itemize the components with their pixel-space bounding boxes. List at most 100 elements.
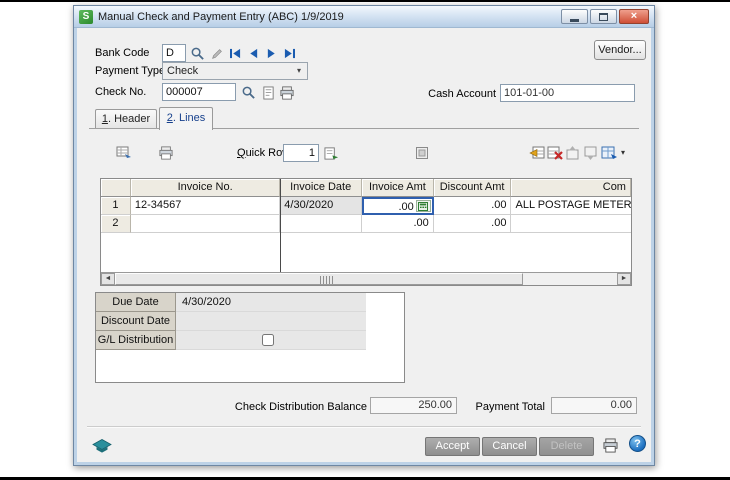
invoice-date-cell[interactable] [280, 215, 362, 233]
calculator-icon[interactable] [416, 200, 431, 212]
scroll-left-icon[interactable]: ◄ [101, 273, 115, 285]
bank-code-input[interactable] [162, 44, 186, 62]
gl-distribution-checkbox[interactable] [262, 334, 274, 346]
print-check-icon[interactable] [278, 84, 295, 101]
invoice-grid: Invoice No. Invoice Date Invoice Amt Dis… [100, 178, 632, 286]
scroll-right-icon[interactable]: ► [617, 273, 631, 285]
tab-header[interactable]: 1. Header [95, 109, 157, 129]
cash-account-input[interactable] [500, 84, 635, 102]
grid-empty-area[interactable] [101, 233, 631, 271]
payment-type-label: Payment Type [95, 62, 165, 80]
print-grid-icon[interactable] [157, 144, 175, 162]
remove-row-icon[interactable] [546, 144, 564, 162]
comment-cell[interactable]: ALL POSTAGE METERS [511, 197, 631, 215]
discount-amt-cell[interactable]: .00 [434, 215, 512, 233]
minimize-button[interactable] [561, 9, 588, 24]
grid-header-invoice-date: Invoice Date [280, 179, 362, 197]
discount-date-row: Discount Date [96, 312, 404, 331]
last-record-button[interactable] [281, 45, 298, 62]
discount-date-label: Discount Date [96, 312, 176, 331]
grid-options-caret-icon[interactable]: ▾ [618, 144, 628, 162]
scrollbar-thumb[interactable] [115, 273, 523, 285]
detail-row-filler [366, 331, 404, 350]
invoice-amt-cell-active[interactable]: .00 [362, 197, 434, 215]
minimize-icon [570, 19, 579, 22]
tab-header-label: . Header [108, 113, 150, 125]
gl-distribution-row: G/L Distribution [96, 331, 404, 350]
chevron-down-icon: ▾ [292, 63, 306, 79]
grid-header-discount-amt: Discount Amt [434, 179, 512, 197]
window-title: Manual Check and Payment Entry (ABC) 1/9… [98, 11, 556, 23]
accept-button[interactable]: Accept [425, 437, 480, 456]
due-date-row: Due Date 4/30/2020 [96, 293, 404, 312]
maximize-button[interactable] [590, 9, 617, 24]
invoice-amt-cell[interactable]: .00 [362, 215, 434, 233]
insert-row-icon[interactable] [528, 144, 546, 162]
tab-lines[interactable]: 2. Lines [159, 107, 213, 130]
go-to-row-icon[interactable] [322, 144, 340, 162]
title-bar[interactable]: S Manual Check and Payment Entry (ABC) 1… [74, 6, 654, 28]
next-number-icon[interactable] [260, 84, 277, 101]
detail-row-filler [366, 293, 404, 312]
grid-header-invoice-no: Invoice No. [131, 179, 280, 197]
payment-type-value: Check [167, 65, 198, 77]
line-detail-panel: Due Date 4/30/2020 Discount Date G/L Dis… [95, 292, 405, 383]
check-no-lookup-icon[interactable] [240, 84, 257, 101]
move-row-up-icon[interactable] [564, 144, 582, 162]
quick-row-input[interactable] [283, 144, 319, 162]
payment-total-label: Payment Total [467, 399, 545, 416]
previous-record-button[interactable] [245, 45, 262, 62]
gl-distribution-value [176, 331, 366, 350]
close-icon: × [631, 10, 637, 23]
close-button[interactable]: × [619, 9, 649, 24]
grid-row-1: 1 12-34567 4/30/2020 .00 .00 ALL POSTAGE… [101, 197, 631, 215]
manual-check-entry-window: S Manual Check and Payment Entry (ABC) 1… [73, 5, 655, 466]
first-record-button[interactable] [227, 45, 244, 62]
screen-edge-top [0, 0, 730, 2]
paperless-office-icon[interactable] [91, 435, 113, 455]
grid-settings-icon[interactable] [115, 144, 133, 162]
due-date-value[interactable]: 4/30/2020 [176, 293, 366, 312]
invoice-date-cell[interactable]: 4/30/2020 [280, 197, 362, 215]
dialog-client-area: Bank Code Vendor... Payment Type Check ▾… [77, 28, 651, 462]
invoice-no-cell[interactable] [131, 215, 280, 233]
print-button-icon[interactable] [601, 436, 619, 454]
quick-row-accel: Q [237, 147, 246, 159]
discount-amt-cell[interactable]: .00 [434, 197, 512, 215]
grid-header-comment: Com [511, 179, 631, 197]
next-record-button[interactable] [263, 45, 280, 62]
discount-date-value[interactable] [176, 312, 366, 331]
customize-grid-icon[interactable] [600, 144, 618, 162]
footer-separator [87, 426, 641, 428]
invoice-no-cell[interactable]: 12-34567 [131, 197, 280, 215]
check-distribution-balance-label: Check Distribution Balance [177, 399, 367, 416]
cash-account-label: Cash Account [362, 86, 496, 103]
payment-type-select[interactable]: Check ▾ [162, 62, 308, 80]
tab-lines-label: . Lines [173, 112, 205, 124]
memo-pencil-icon[interactable] [208, 45, 225, 62]
comment-cell[interactable] [511, 215, 631, 233]
check-distribution-balance-value: 250.00 [370, 397, 457, 414]
scrollbar-grip-icon [320, 276, 333, 284]
row-number-cell[interactable]: 2 [101, 215, 131, 233]
gl-distribution-label: G/L Distribution [96, 331, 176, 350]
grid-header-invoice-amt: Invoice Amt [362, 179, 434, 197]
row-number-cell[interactable]: 1 [101, 197, 131, 215]
cancel-button[interactable]: Cancel [482, 437, 537, 456]
selection-mode-icon[interactable] [413, 144, 431, 162]
due-date-label: Due Date [96, 293, 176, 312]
frozen-column-divider [280, 179, 281, 272]
bank-code-lookup-icon[interactable] [189, 45, 206, 62]
check-no-label: Check No. [95, 83, 146, 101]
invoice-amt-value: .00 [398, 201, 413, 213]
detail-row-filler [366, 312, 404, 331]
help-button[interactable]: ? [629, 435, 646, 452]
maximize-icon [599, 13, 608, 21]
check-no-input[interactable] [162, 83, 236, 101]
move-row-down-icon[interactable] [582, 144, 600, 162]
grid-header-rownum [101, 179, 131, 197]
bank-code-label: Bank Code [95, 44, 149, 62]
grid-horizontal-scrollbar[interactable]: ◄ ► [101, 272, 631, 285]
vendor-button[interactable]: Vendor... [594, 40, 646, 60]
sage-app-icon: S [79, 10, 93, 24]
